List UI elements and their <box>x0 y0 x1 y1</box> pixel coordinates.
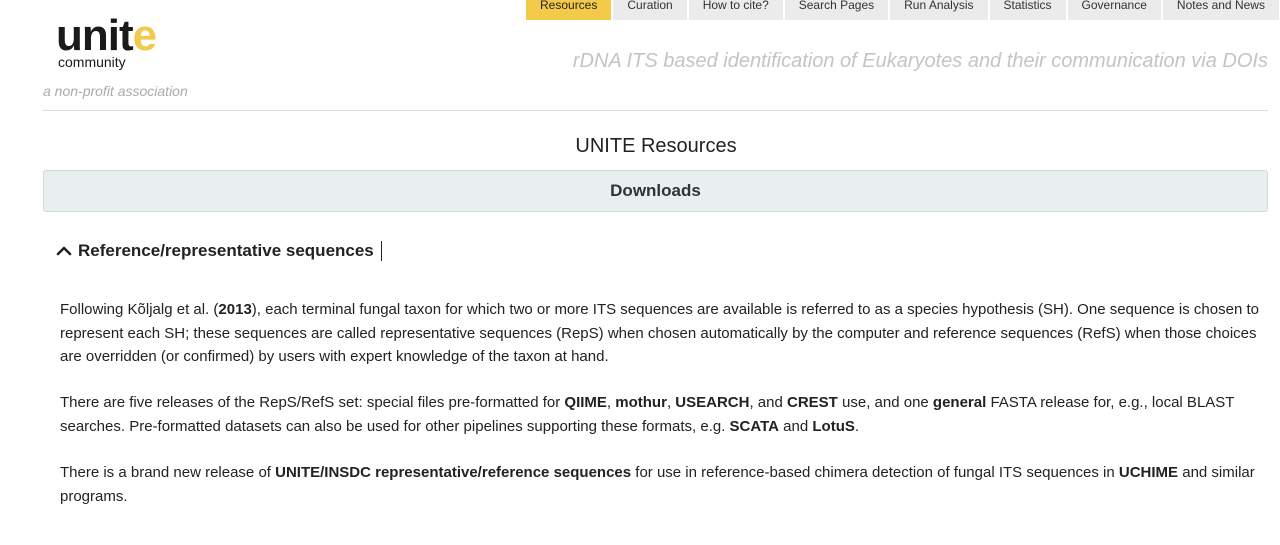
insdc-reference-link[interactable]: UNITE/INSDC representative/reference seq… <box>275 464 631 481</box>
tab-statistics[interactable]: Statistics <box>989 0 1066 20</box>
logo-wordmark: unite <box>56 14 186 58</box>
paragraph-chimera-release: There is a brand new release of UNITE/IN… <box>60 461 1260 508</box>
p2-text-4: , and <box>749 394 787 411</box>
p3-text-1: There is a brand new release of <box>60 464 276 481</box>
p3-text-2: for use in reference-based chimera detec… <box>631 464 1119 481</box>
tab-search-pages[interactable]: Search Pages <box>784 0 889 20</box>
qiime-link[interactable]: QIIME <box>564 394 607 411</box>
crest-link[interactable]: CREST <box>787 394 838 411</box>
paragraph-species-hypothesis: Following Kõljalg et al. (2013), each te… <box>60 298 1260 369</box>
page-title: UNITE Resources <box>575 135 737 157</box>
p2-text-8: . <box>854 417 860 435</box>
text-cursor <box>380 241 382 261</box>
section-title: Reference/representative sequences <box>78 241 374 260</box>
section-toggle-reference-sequences[interactable]: Reference/representative sequences <box>56 241 382 261</box>
site-tagline: rDNA ITS based identification of Eukaryo… <box>572 50 1268 72</box>
p2-text-5: use, and one <box>837 394 933 411</box>
logo-accent-text: e <box>132 11 158 60</box>
tab-how-to-cite[interactable]: How to cite? <box>688 0 783 20</box>
p1-text-1: Following Kõljalg et al. ( <box>60 301 219 318</box>
uchime-link[interactable]: UCHIME <box>1119 464 1178 481</box>
lotus-link[interactable]: LotuS <box>812 418 855 435</box>
general-link[interactable]: general <box>933 394 986 411</box>
citation-link-2013[interactable]: 2013 <box>218 301 251 318</box>
tab-notes-and-news[interactable]: Notes and News <box>1162 0 1279 20</box>
chevron-up-icon <box>56 246 72 256</box>
header-divider <box>43 110 1268 111</box>
p2-text-7: and <box>779 417 813 435</box>
main-nav: Resources Curation How to cite? Search P… <box>526 0 1279 20</box>
tab-run-analysis[interactable]: Run Analysis <box>890 0 988 20</box>
paragraph-releases: There are five releases of the RepS/RefS… <box>60 391 1260 438</box>
scata-link[interactable]: SCATA <box>730 418 779 435</box>
p2-text-1: There are five releases of the RepS/RefS… <box>60 394 565 411</box>
tab-governance[interactable]: Governance <box>1067 0 1161 20</box>
tab-curation[interactable]: Curation <box>613 0 687 20</box>
logo-main-text: unit <box>56 11 134 60</box>
p2-text-2: , <box>606 394 616 411</box>
logo-subtitle: community <box>58 54 126 70</box>
unite-logo[interactable]: unite community <box>56 14 186 71</box>
mothur-link[interactable]: mothur <box>615 394 667 411</box>
association-tagline: a non-profit association <box>43 83 188 99</box>
downloads-label: Downloads <box>610 181 701 200</box>
usearch-link[interactable]: USEARCH <box>675 394 749 411</box>
downloads-header: Downloads <box>43 170 1268 212</box>
tab-resources[interactable]: Resources <box>526 0 612 20</box>
